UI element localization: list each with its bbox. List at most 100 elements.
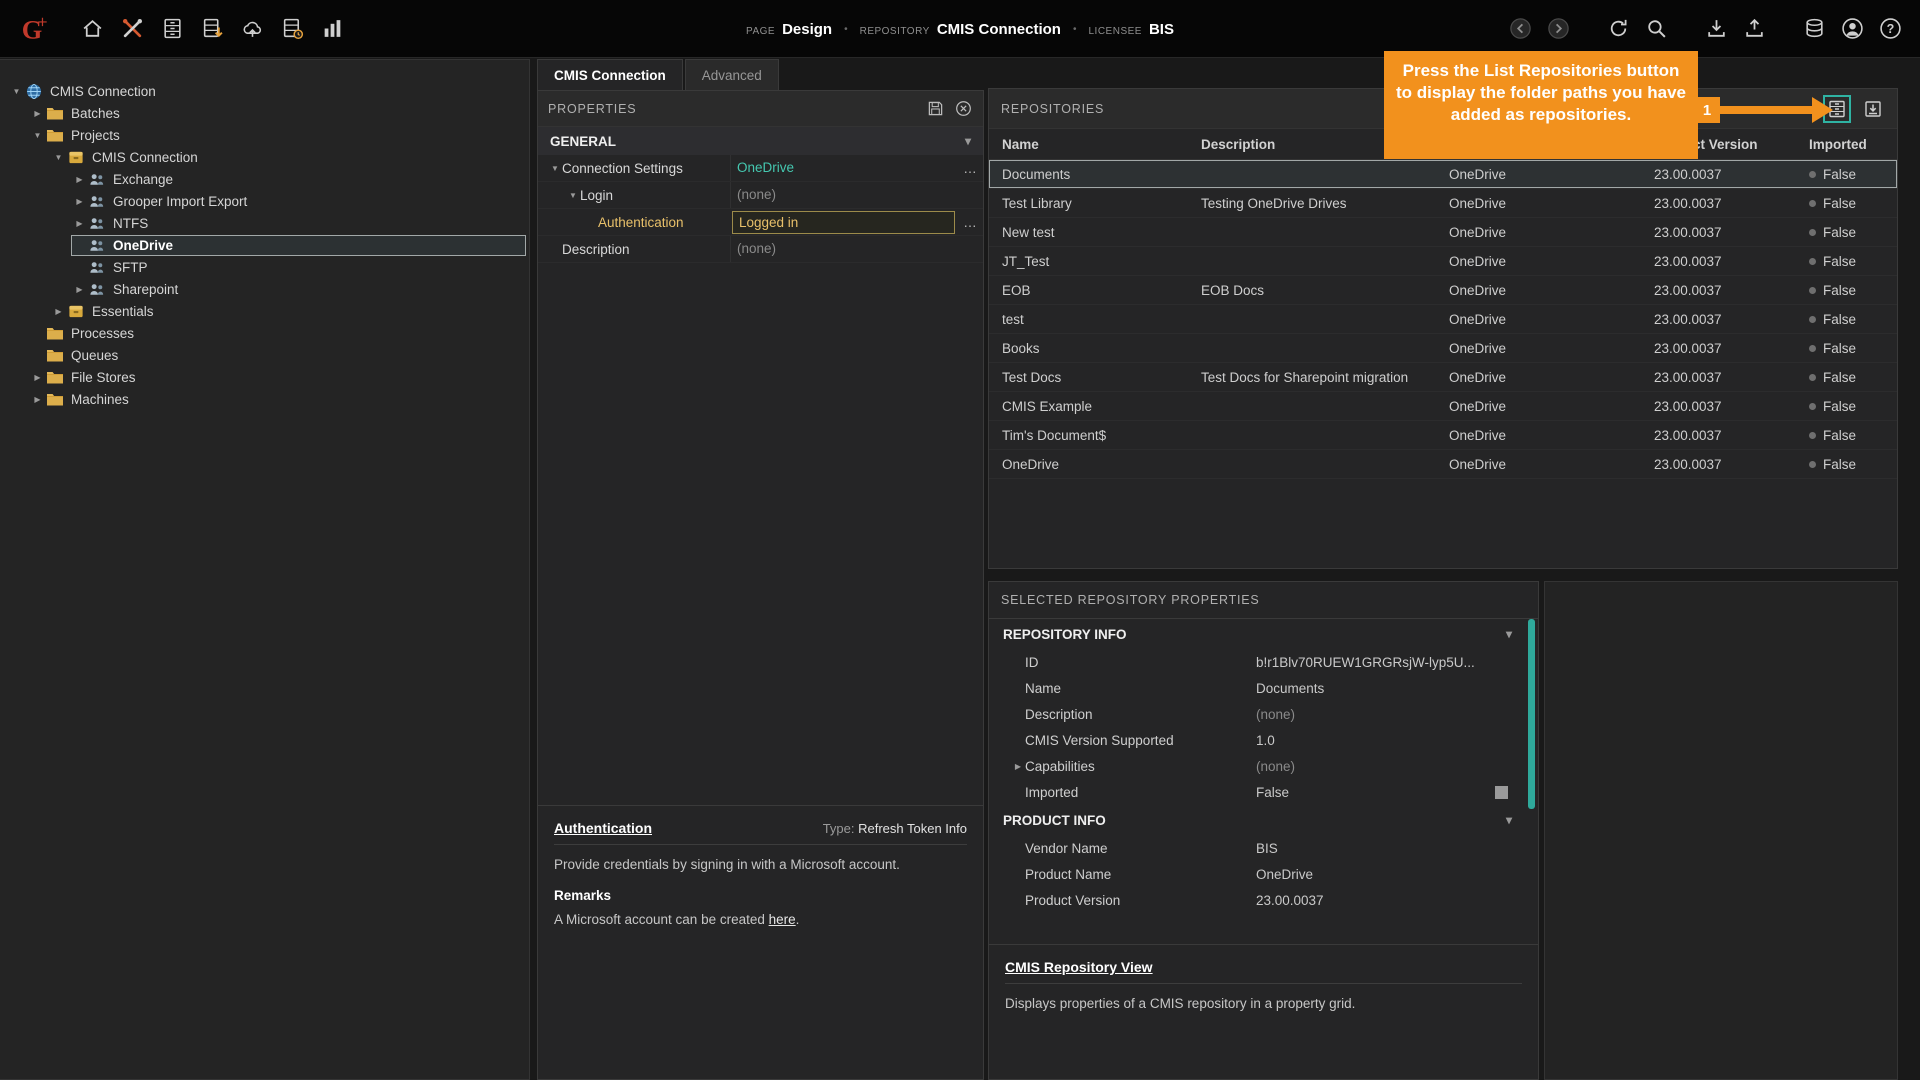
- tree-expander-icon[interactable]: ▶: [72, 197, 87, 206]
- property-row[interactable]: ▼Connection SettingsOneDrive…: [538, 155, 983, 182]
- scrollbar-thumb[interactable]: [1528, 619, 1535, 809]
- property-row[interactable]: ▼Login(none): [538, 182, 983, 209]
- tree-expander-icon[interactable]: ▶: [30, 109, 45, 118]
- download-icon[interactable]: [1702, 15, 1730, 43]
- tree-expander-icon[interactable]: ▶: [72, 219, 87, 228]
- import-repositories-button[interactable]: [1859, 95, 1887, 123]
- property-row[interactable]: Description(none): [538, 236, 983, 263]
- property-value[interactable]: OneDrive: [730, 155, 957, 181]
- tree-expander-icon[interactable]: ▼: [9, 87, 24, 96]
- cancel-icon[interactable]: [953, 99, 973, 119]
- repo-column-header[interactable]: Imported: [1809, 137, 1897, 152]
- property-row[interactable]: Product Version23.00.0037: [989, 887, 1538, 913]
- tree-item[interactable]: ▶Sharepoint: [0, 278, 529, 300]
- tree-item[interactable]: Processes: [0, 322, 529, 344]
- tree-item-label: Projects: [67, 128, 126, 143]
- property-value[interactable]: (none): [1256, 707, 1538, 722]
- property-value[interactable]: (none): [1256, 759, 1538, 774]
- tree-expander-icon[interactable]: ▼: [51, 153, 66, 162]
- property-row[interactable]: ▶Capabilities(none): [989, 753, 1538, 779]
- repo-product-version: 23.00.0037: [1654, 341, 1809, 356]
- tree-item[interactable]: ▶Grooper Import Export: [0, 190, 529, 212]
- nav-forward-icon[interactable]: [1544, 15, 1572, 43]
- repo-row[interactable]: New testOneDrive23.00.0037False: [989, 218, 1897, 247]
- repo-row[interactable]: CMIS ExampleOneDrive23.00.0037False: [989, 392, 1897, 421]
- tree-item[interactable]: ▼ Projects: [0, 124, 529, 146]
- repo-row[interactable]: testOneDrive23.00.0037False: [989, 305, 1897, 334]
- search-icon[interactable]: [1642, 15, 1670, 43]
- cabinet-import-icon[interactable]: [198, 15, 226, 43]
- help-icon[interactable]: ?: [1876, 15, 1904, 43]
- account-icon[interactable]: [1838, 15, 1866, 43]
- repo-column-header[interactable]: Name: [989, 137, 1201, 152]
- repo-row[interactable]: Test LibraryTesting OneDrive DrivesOneDr…: [989, 189, 1897, 218]
- property-group-header[interactable]: PRODUCT INFO▾: [989, 805, 1538, 835]
- property-row[interactable]: CMIS Version Supported1.0: [989, 727, 1538, 753]
- property-row[interactable]: AuthenticationLogged in…: [538, 209, 983, 236]
- repo-row[interactable]: Test DocsTest Docs for Sharepoint migrat…: [989, 363, 1897, 392]
- save-icon[interactable]: [925, 99, 945, 119]
- database-icon[interactable]: [1800, 15, 1828, 43]
- property-row[interactable]: Product NameOneDrive: [989, 861, 1538, 887]
- repo-row[interactable]: JT_TestOneDrive23.00.0037False: [989, 247, 1897, 276]
- tree-item[interactable]: ▶Essentials: [0, 300, 529, 322]
- property-row[interactable]: IDb!r1Blv70RUEW1GRGRsjW-lyp5U...: [989, 649, 1538, 675]
- ellipsis-button[interactable]: …: [957, 215, 983, 230]
- property-group-general[interactable]: GENERAL ▾: [538, 127, 983, 155]
- cloud-upload-icon[interactable]: [238, 15, 266, 43]
- tree-expander-icon[interactable]: ▶: [51, 307, 66, 316]
- tree-expander-icon[interactable]: ▶: [30, 395, 45, 404]
- repo-row[interactable]: EOBEOB DocsOneDrive23.00.0037False: [989, 276, 1897, 305]
- tree-item[interactable]: ▼CMIS Connection: [0, 80, 529, 102]
- repo-row[interactable]: BooksOneDrive23.00.0037False: [989, 334, 1897, 363]
- property-group-header[interactable]: REPOSITORY INFO▾: [989, 619, 1538, 649]
- property-expander-icon[interactable]: ▼: [566, 191, 580, 200]
- property-row[interactable]: Vendor NameBIS: [989, 835, 1538, 861]
- property-value[interactable]: Documents: [1256, 681, 1538, 696]
- property-row[interactable]: NameDocuments: [989, 675, 1538, 701]
- home-icon[interactable]: [78, 15, 106, 43]
- tree-item[interactable]: ▶Machines: [0, 388, 529, 410]
- tree-expander-icon[interactable]: ▶: [30, 373, 45, 382]
- nav-back-icon[interactable]: [1506, 15, 1534, 43]
- upload-icon[interactable]: [1740, 15, 1768, 43]
- ellipsis-button[interactable]: …: [957, 161, 983, 176]
- here-link[interactable]: here: [769, 912, 796, 927]
- repo-row[interactable]: OneDriveOneDrive23.00.0037False: [989, 450, 1897, 479]
- checkbox-indicator[interactable]: [1495, 786, 1508, 799]
- property-value[interactable]: BIS: [1256, 841, 1538, 856]
- repo-row[interactable]: DocumentsOneDrive23.00.0037False: [989, 160, 1897, 189]
- property-value[interactable]: (none): [730, 236, 957, 262]
- repo-row[interactable]: Tim's Document$OneDrive23.00.0037False: [989, 421, 1897, 450]
- property-expander-icon[interactable]: ▶: [1011, 762, 1025, 771]
- tree-item[interactable]: OneDrive: [0, 234, 529, 256]
- tree-item[interactable]: Queues: [0, 344, 529, 366]
- property-row[interactable]: Description(none): [989, 701, 1538, 727]
- cabinet-gear-icon[interactable]: [278, 15, 306, 43]
- property-value[interactable]: b!r1Blv70RUEW1GRGRsjW-lyp5U...: [1256, 655, 1538, 670]
- property-value[interactable]: False: [1256, 785, 1495, 800]
- property-value[interactable]: 1.0: [1256, 733, 1538, 748]
- tree-item[interactable]: ▶NTFS: [0, 212, 529, 234]
- tree-item[interactable]: ▶File Stores: [0, 366, 529, 388]
- tree-expander-icon[interactable]: ▶: [72, 285, 87, 294]
- tree-item[interactable]: ▼CMIS Connection: [0, 146, 529, 168]
- tree-expander-icon[interactable]: ▶: [72, 175, 87, 184]
- property-value[interactable]: 23.00.0037: [1256, 893, 1538, 908]
- bar-chart-icon[interactable]: [318, 15, 346, 43]
- tree-item[interactable]: SFTP: [0, 256, 529, 278]
- property-row[interactable]: ImportedFalse: [989, 779, 1538, 805]
- file-cabinet-icon[interactable]: [158, 15, 186, 43]
- refresh-icon[interactable]: [1604, 15, 1632, 43]
- tab-cmis-connection[interactable]: CMIS Connection: [537, 59, 683, 90]
- property-expander-icon[interactable]: ▼: [548, 164, 562, 173]
- property-value[interactable]: (none): [730, 182, 957, 208]
- tab-advanced[interactable]: Advanced: [685, 59, 779, 90]
- tree-item[interactable]: ▶Batches: [0, 102, 529, 124]
- property-value[interactable]: OneDrive: [1256, 867, 1538, 882]
- tree-item[interactable]: ▶Exchange: [0, 168, 529, 190]
- folder-icon: [46, 127, 64, 144]
- tools-icon[interactable]: [118, 15, 146, 43]
- property-value[interactable]: Logged in: [732, 211, 955, 234]
- tree-expander-icon[interactable]: ▼: [30, 131, 45, 140]
